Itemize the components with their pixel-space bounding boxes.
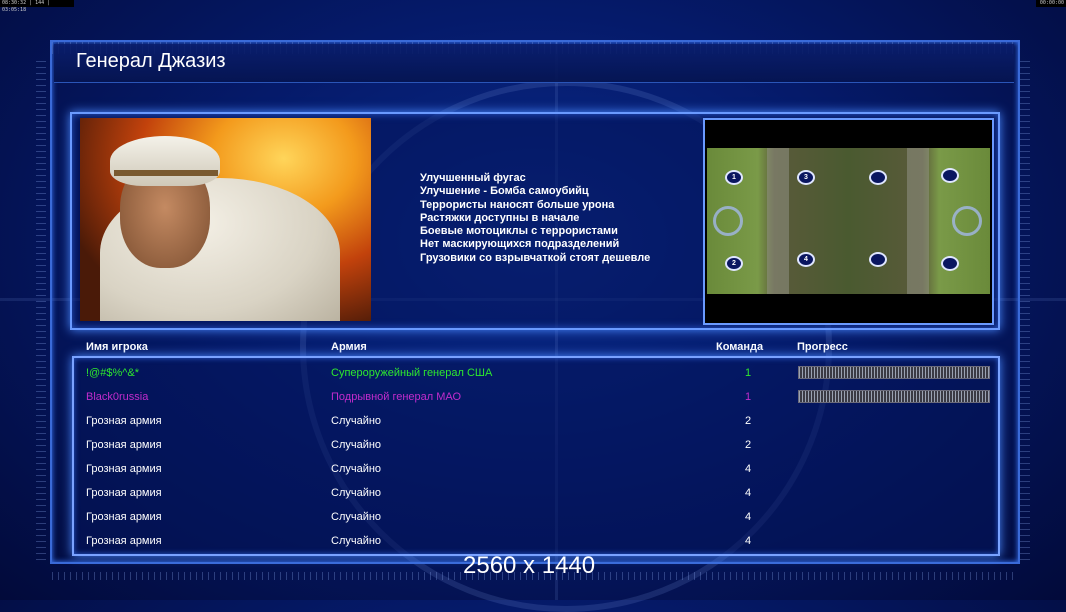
player-team: 4: [745, 487, 752, 499]
start-position-marker: [869, 252, 887, 267]
player-name: Грозная армия: [86, 487, 162, 499]
upgrade-item: Боевые мотоциклы с террористами: [420, 225, 618, 238]
player-team: 4: [745, 511, 752, 523]
player-army: Случайно: [331, 415, 382, 427]
header-player-name: Имя игрока: [86, 341, 148, 353]
start-position-marker: [941, 256, 959, 271]
player-row: Black0russia Подрывной генерал МАО 1: [0, 390, 1066, 414]
upgrade-item: Улучшение - Бомба самоубийц: [420, 185, 589, 198]
general-portrait-image: [80, 118, 371, 321]
player-row: Грозная армия Случайно 2: [0, 414, 1066, 438]
player-team: 4: [745, 535, 752, 547]
player-name: Black0russia: [86, 391, 149, 403]
start-position-marker: 3: [797, 170, 815, 185]
player-row: Грозная армия Случайно 4: [0, 462, 1066, 486]
header-team: Команда: [716, 341, 764, 353]
player-name: !@#$%^&*: [86, 367, 140, 379]
player-row: !@#$%^&* Супероружейный генерал США 1: [0, 366, 1066, 390]
minimap: 1 3 2 4: [703, 118, 994, 325]
supply-area-marker: [713, 206, 743, 236]
player-name: Грозная армия: [86, 439, 162, 451]
loading-progress-bar: [798, 390, 990, 403]
start-position-marker: [869, 170, 887, 185]
player-army: Супероружейный генерал США: [331, 367, 493, 379]
player-army: Случайно: [331, 487, 382, 499]
general-title: Генерал Джазиз: [76, 50, 226, 72]
player-army: Случайно: [331, 535, 382, 547]
player-army: Случайно: [331, 511, 382, 523]
start-position-marker: 1: [725, 170, 743, 185]
upgrade-item: Нет маскирующихся подразделений: [420, 238, 620, 251]
minimap-road: [767, 148, 789, 294]
player-name: Грозная армия: [86, 511, 162, 523]
upgrade-item: Улучшенный фугас: [420, 172, 526, 184]
player-team: 2: [745, 415, 752, 427]
start-position-marker: 2: [725, 256, 743, 271]
player-team: 1: [745, 367, 752, 379]
player-team: 1: [745, 391, 752, 403]
start-position-marker: [941, 168, 959, 183]
player-army: Случайно: [331, 463, 382, 475]
start-position-marker: 4: [797, 252, 815, 267]
player-row: Грозная армия Случайно 2: [0, 438, 1066, 462]
hud-time-right: 00:00:00: [1036, 0, 1066, 7]
header-progress: Прогресс: [797, 341, 848, 353]
portrait-headband: [114, 170, 218, 176]
minimap-road: [907, 148, 929, 294]
minimap-terrain: 1 3 2 4: [707, 148, 990, 294]
upgrades-list: Улучшенный фугас Улучшение - Бомба самоу…: [420, 172, 650, 265]
player-row: Грозная армия Случайно 4: [0, 486, 1066, 510]
upgrade-item: Растяжки доступны в начале: [420, 211, 580, 224]
player-team: 4: [745, 463, 752, 475]
player-army: Случайно: [331, 439, 382, 451]
player-army: Подрывной генерал МАО: [331, 391, 462, 403]
upgrade-item: Террористы наносят больше урона: [420, 198, 615, 211]
player-name: Грозная армия: [86, 535, 162, 547]
supply-area-marker: [952, 206, 982, 236]
player-team: 2: [745, 439, 752, 451]
resolution-label: 2560 x 1440: [463, 552, 596, 579]
loading-progress-bar: [798, 366, 990, 379]
hud-time-left: 08:30:32 | 144 | 03:05:18: [0, 0, 74, 13]
upgrade-item: Грузовики со взрывчаткой стоят дешевле: [420, 251, 651, 264]
player-name: Грозная армия: [86, 415, 162, 427]
header-army: Армия: [331, 341, 367, 353]
portrait-turban: [110, 136, 220, 186]
player-row: Грозная армия Случайно 4: [0, 510, 1066, 534]
player-name: Грозная армия: [86, 463, 162, 475]
